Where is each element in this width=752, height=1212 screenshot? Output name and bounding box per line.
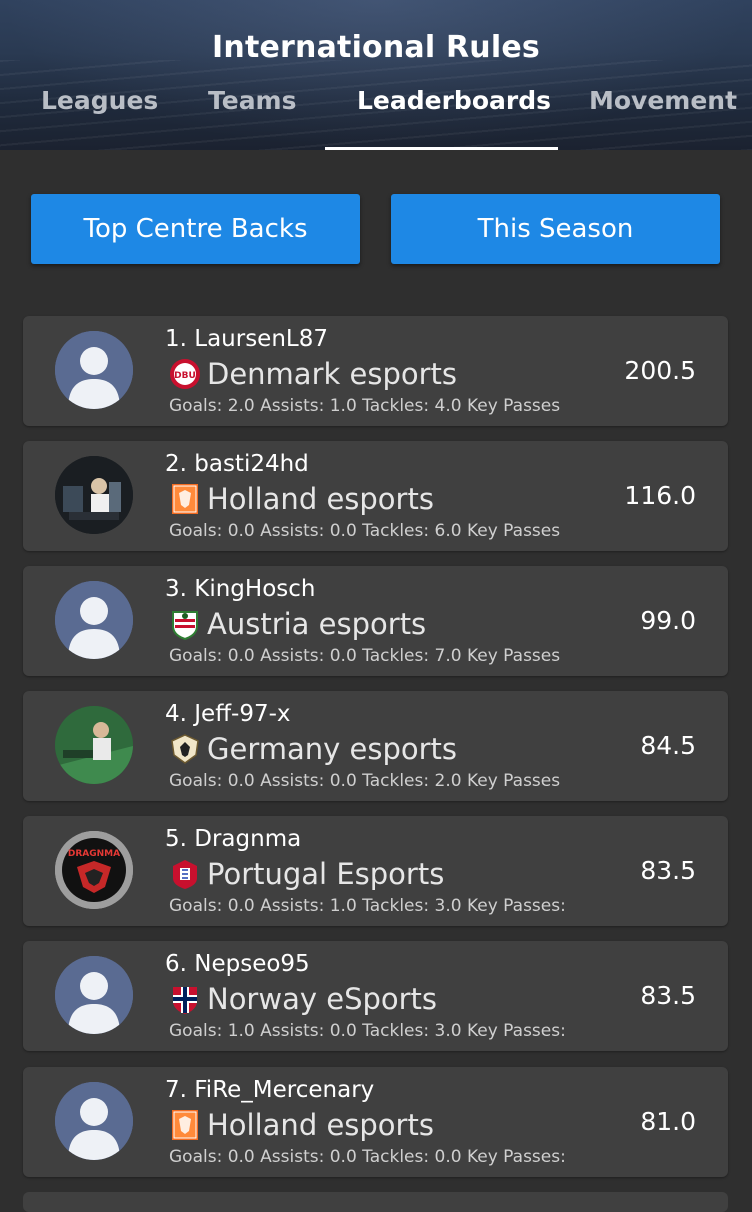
leaderboard-row[interactable]: DRAGNMA 5. Dragnma Portugal Esports Goal…: [23, 816, 728, 926]
player-score: 81.0: [640, 1107, 696, 1136]
page-title: International Rules: [212, 30, 540, 65]
leaderboard-row[interactable]: 2. basti24hd Holland esports Goals: 0.0 …: [23, 441, 728, 551]
photo-avatar: [55, 456, 133, 534]
default-avatar-icon: [55, 331, 133, 409]
category-filter-button[interactable]: Top Centre Backs: [31, 194, 360, 264]
tab-leaderboards[interactable]: Leaderboards: [357, 86, 551, 120]
player-rank-name: 6. Nepseo95: [165, 951, 310, 977]
tab-movement[interactable]: Movement: [589, 86, 737, 120]
denmark-crest-icon: DBU: [169, 358, 201, 390]
player-rank-name: 1. LaursenL87: [165, 326, 328, 352]
player-rank-name: 4. Jeff-97-x: [165, 701, 291, 727]
player-score: 116.0: [624, 481, 696, 510]
player-stats: Goals: 2.0 Assists: 1.0 Tackles: 4.0 Key…: [169, 396, 561, 416]
player-stats: Goals: 0.0 Assists: 0.0 Tackles: 6.0 Key…: [169, 521, 561, 541]
holland-crest-icon: [169, 1109, 201, 1141]
player-score: 83.5: [640, 981, 696, 1010]
default-avatar-icon: [55, 1082, 133, 1160]
player-stats: Goals: 0.0 Assists: 0.0 Tackles: 7.0 Key…: [169, 646, 561, 666]
leaderboard-row[interactable]: 7. FiRe_Mercenary Holland esports Goals:…: [23, 1067, 728, 1177]
header: International Rules Leagues Teams Leader…: [0, 0, 752, 150]
team-name: Holland esports: [207, 482, 434, 516]
tab-teams[interactable]: Teams: [208, 86, 297, 120]
default-avatar-icon: [55, 956, 133, 1034]
player-score: 200.5: [624, 356, 696, 385]
team-name: Norway eSports: [207, 982, 438, 1016]
player-stats: Goals: 1.0 Assists: 0.0 Tackles: 3.0 Key…: [169, 1021, 566, 1041]
player-score: 83.5: [640, 856, 696, 885]
player-score: 99.0: [640, 606, 696, 635]
leaderboard-row[interactable]: 4. Jeff-97-x Germany esports Goals: 0.0 …: [23, 691, 728, 801]
player-stats: Goals: 0.0 Assists: 1.0 Tackles: 3.0 Key…: [169, 896, 566, 916]
norway-crest-icon: [169, 983, 201, 1015]
team-name: Holland esports: [207, 1108, 434, 1142]
active-tab-indicator: [325, 147, 558, 150]
team-name: Austria esports: [207, 607, 427, 641]
period-filter-button[interactable]: This Season: [391, 194, 720, 264]
player-rank-name: 5. Dragnma: [165, 826, 302, 852]
player-rank-name: 2. basti24hd: [165, 451, 309, 477]
player-score: 84.5: [640, 731, 696, 760]
leaderboard-row[interactable]: [23, 1192, 728, 1212]
team-name: Germany esports: [207, 732, 458, 766]
player-rank-name: 7. FiRe_Mercenary: [165, 1077, 375, 1103]
leaderboard-row[interactable]: 3. KingHosch Austria esports Goals: 0.0 …: [23, 566, 728, 676]
leaderboard-row[interactable]: 6. Nepseo95 Norway eSports Goals: 1.0 As…: [23, 941, 728, 1051]
default-avatar-icon: [55, 581, 133, 659]
player-stats: Goals: 0.0 Assists: 0.0 Tackles: 0.0 Key…: [169, 1147, 566, 1167]
austria-crest-icon: [169, 608, 201, 641]
player-rank-name: 3. KingHosch: [165, 576, 316, 602]
team-name: Portugal Esports: [207, 857, 445, 891]
leaderboard-row[interactable]: 1. LaursenL87 DBU Denmark esports Goals:…: [23, 316, 728, 426]
portugal-crest-icon: [169, 858, 201, 890]
tab-leagues[interactable]: Leagues: [41, 86, 158, 120]
holland-crest-icon: [169, 483, 201, 515]
player-stats: Goals: 0.0 Assists: 0.0 Tackles: 2.0 Key…: [169, 771, 561, 791]
svg-text:DBU: DBU: [174, 371, 196, 381]
dragnma-logo-avatar: DRAGNMA: [55, 831, 133, 909]
photo-avatar: [55, 706, 133, 784]
team-name: Denmark esports: [207, 357, 458, 391]
germany-crest-icon: [169, 733, 201, 765]
svg-text:DRAGNMA: DRAGNMA: [68, 849, 120, 859]
